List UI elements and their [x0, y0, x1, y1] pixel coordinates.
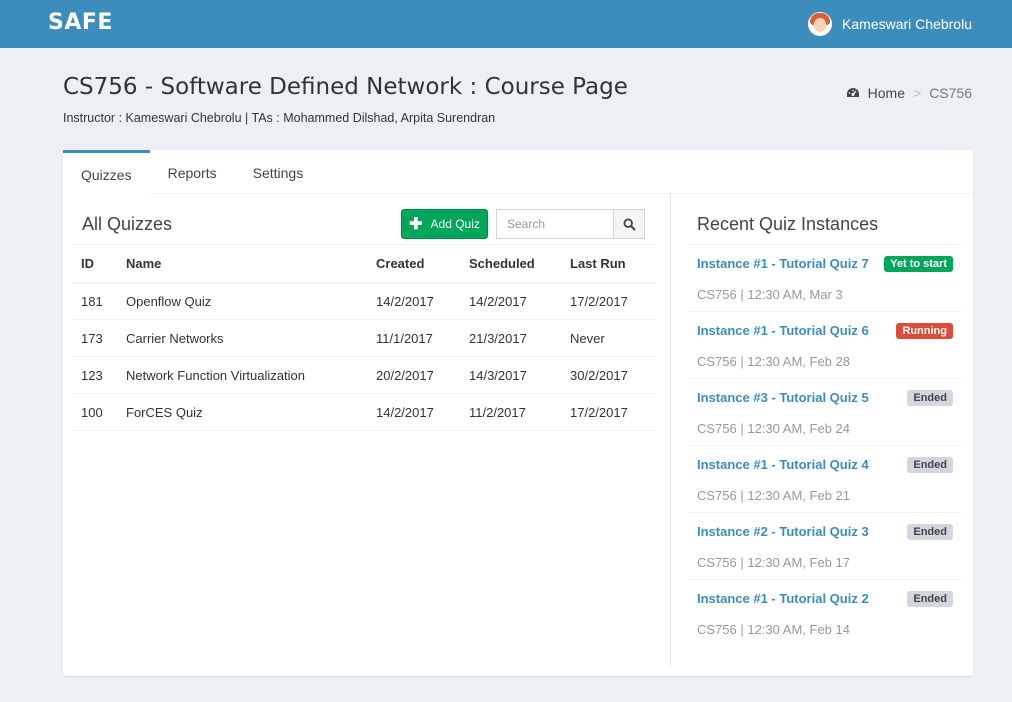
instance-meta: CS756 | 12:30 AM, Feb 28	[697, 354, 850, 369]
quiz-name: Carrier Networks	[117, 319, 367, 357]
list-item: Instance #1 - Tutorial Quiz 7 Yet to sta…	[688, 245, 962, 312]
add-quiz-label: Add Quiz	[430, 217, 480, 231]
add-quiz-button[interactable]: ✚ Add Quiz	[401, 209, 488, 239]
quiz-created: 11/1/2017	[367, 319, 460, 357]
instance-meta: CS756 | 12:30 AM, Mar 3	[697, 287, 843, 302]
table-row[interactable]: 123 Network Function Virtualization 20/2…	[72, 356, 656, 394]
instance-link[interactable]: Instance #1 - Tutorial Quiz 4	[697, 457, 869, 472]
brand-logo[interactable]: SAFE	[48, 10, 113, 35]
instance-meta: CS756 | 12:30 AM, Feb 24	[697, 421, 850, 436]
quiz-scheduled: 14/2/2017	[460, 282, 561, 320]
instance-link[interactable]: Instance #2 - Tutorial Quiz 3	[697, 524, 869, 539]
quiz-search	[496, 209, 645, 239]
quiz-scheduled: 21/3/2017	[460, 319, 561, 357]
table-row[interactable]: 173 Carrier Networks 11/1/2017 21/3/2017…	[72, 319, 656, 357]
tab-bar: Quizzes Reports Settings	[63, 150, 973, 194]
status-badge: Running	[896, 323, 953, 339]
list-item: Instance #1 - Tutorial Quiz 6 Running CS…	[688, 312, 962, 379]
list-item: Instance #1 - Tutorial Quiz 4 Ended CS75…	[688, 446, 962, 513]
instance-meta: CS756 | 12:30 AM, Feb 21	[697, 488, 850, 503]
quiz-created: 14/2/2017	[367, 282, 460, 320]
instance-meta: CS756 | 12:30 AM, Feb 17	[697, 555, 850, 570]
plus-icon: ✚	[409, 216, 423, 233]
breadcrumb-home[interactable]: Home	[846, 85, 905, 101]
quizzes-table: ID Name Created Scheduled Last Run 181 O…	[72, 244, 656, 431]
quiz-scheduled: 14/3/2017	[460, 356, 561, 394]
column-header[interactable]: Scheduled	[460, 244, 561, 284]
quiz-last-run: 17/2/2017	[561, 282, 656, 320]
quiz-last-run: Never	[561, 319, 656, 357]
avatar	[808, 12, 833, 36]
status-badge: Ended	[907, 591, 953, 607]
quiz-scheduled: 11/2/2017	[460, 393, 561, 431]
quiz-name: Openflow Quiz	[117, 282, 367, 320]
tab-quizzes[interactable]: Quizzes	[63, 150, 150, 194]
column-header[interactable]: Created	[367, 244, 460, 284]
user-name: Kameswari Chebrolu	[842, 16, 972, 32]
quiz-created: 20/2/2017	[367, 356, 460, 394]
breadcrumb: Home > CS756	[846, 85, 972, 101]
quiz-last-run: 30/2/2017	[561, 356, 656, 394]
search-icon	[622, 217, 636, 231]
user-menu[interactable]: Kameswari Chebrolu	[808, 12, 972, 36]
breadcrumb-home-label: Home	[867, 85, 905, 101]
column-header[interactable]: ID	[72, 244, 117, 284]
table-row[interactable]: 181 Openflow Quiz 14/2/2017 14/2/2017 17…	[72, 282, 656, 320]
status-badge: Ended	[907, 390, 953, 406]
search-input[interactable]	[496, 209, 613, 239]
search-button[interactable]	[613, 209, 645, 239]
tab-reports[interactable]: Reports	[150, 150, 235, 194]
breadcrumb-separator: >	[913, 85, 922, 101]
instance-link[interactable]: Instance #1 - Tutorial Quiz 7	[697, 256, 869, 271]
status-badge: Ended	[907, 524, 953, 540]
course-staff: Instructor : Kameswari Chebrolu | TAs : …	[63, 111, 496, 125]
list-item: Instance #2 - Tutorial Quiz 3 Ended CS75…	[688, 513, 962, 580]
top-navbar: SAFE Kameswari Chebrolu	[0, 0, 1012, 48]
quiz-id: 181	[72, 282, 117, 320]
instance-link[interactable]: Instance #3 - Tutorial Quiz 5	[697, 390, 869, 405]
recent-instances-title: Recent Quiz Instances	[697, 214, 879, 234]
instance-link[interactable]: Instance #1 - Tutorial Quiz 2	[697, 591, 869, 606]
quiz-id: 173	[72, 319, 117, 357]
quiz-id: 100	[72, 393, 117, 431]
quiz-id: 123	[72, 356, 117, 394]
column-header[interactable]: Last Run	[561, 244, 656, 284]
quiz-name: ForCES Quiz	[117, 393, 367, 431]
quiz-created: 14/2/2017	[367, 393, 460, 431]
all-quizzes-title: All Quizzes	[82, 214, 173, 234]
quiz-last-run: 17/2/2017	[561, 393, 656, 431]
list-item: Instance #3 - Tutorial Quiz 5 Ended CS75…	[688, 379, 962, 446]
table-header-row: ID Name Created Scheduled Last Run	[72, 244, 656, 284]
tab-settings[interactable]: Settings	[235, 150, 322, 194]
status-badge: Ended	[907, 457, 953, 473]
quiz-name: Network Function Virtualization	[117, 356, 367, 394]
page-title: CS756 - Software Defined Network : Cours…	[63, 74, 628, 100]
instance-link[interactable]: Instance #1 - Tutorial Quiz 6	[697, 323, 869, 338]
quizzes-panel: All Quizzes ✚ Add Quiz ID Name Created S…	[63, 194, 671, 666]
breadcrumb-current: CS756	[929, 85, 972, 101]
instance-list: Instance #1 - Tutorial Quiz 7 Yet to sta…	[688, 244, 962, 647]
table-row[interactable]: 100 ForCES Quiz 14/2/2017 11/2/2017 17/2…	[72, 393, 656, 431]
dashboard-icon	[846, 88, 859, 97]
status-badge: Yet to start	[884, 256, 953, 272]
list-item: Instance #1 - Tutorial Quiz 2 Ended CS75…	[688, 580, 962, 647]
column-header[interactable]: Name	[117, 244, 367, 284]
instance-meta: CS756 | 12:30 AM, Feb 14	[697, 622, 850, 637]
course-card: Quizzes Reports Settings All Quizzes ✚ A…	[63, 150, 973, 676]
